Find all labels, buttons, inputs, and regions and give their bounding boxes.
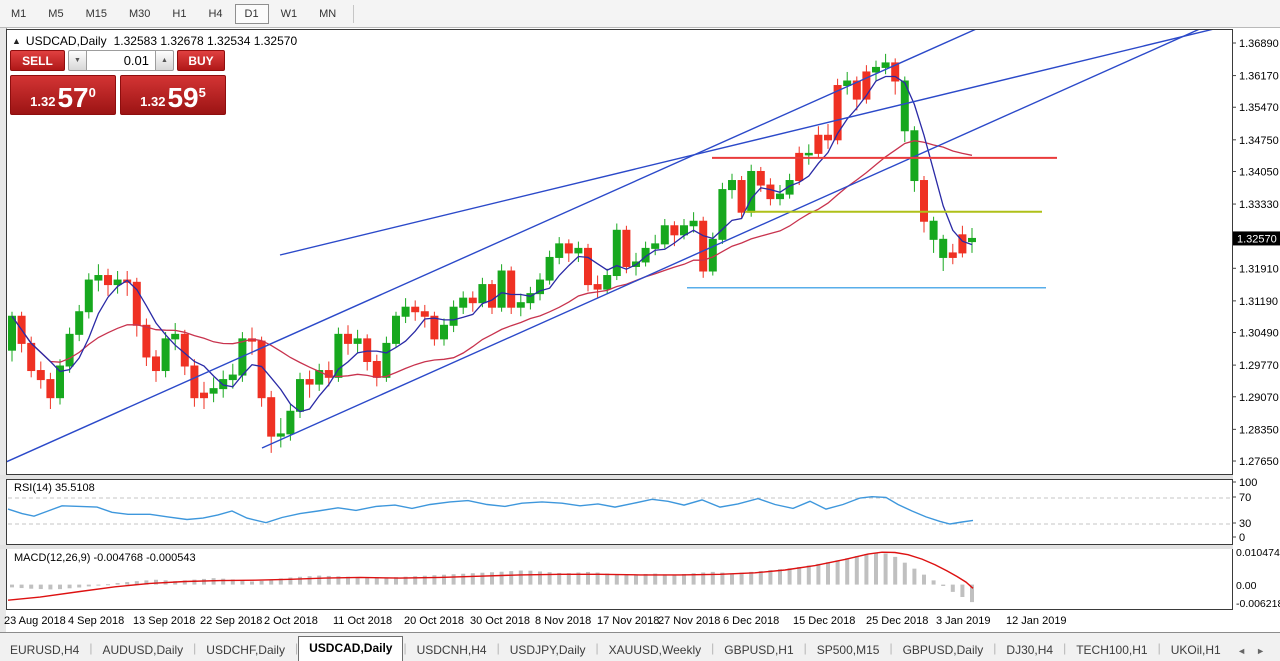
sell-button[interactable]: SELL bbox=[10, 50, 65, 71]
timeframe-button-m15[interactable]: M15 bbox=[76, 4, 117, 24]
toolbar-separator bbox=[353, 5, 354, 23]
price-axis-label: 1.29070 bbox=[1239, 392, 1279, 404]
sell-price-tile[interactable]: 1.32 57 0 bbox=[10, 75, 116, 115]
sell-price-point: 0 bbox=[89, 85, 96, 100]
timeframe-toolbar: M1M5M15M30H1H4D1W1MN bbox=[0, 0, 1280, 28]
price-axis-label: 1.36890 bbox=[1239, 38, 1279, 50]
current-price-box bbox=[1233, 231, 1280, 245]
chart-title: ▲ USDCAD,Daily 1.32583 1.32678 1.32534 1… bbox=[12, 34, 297, 48]
one-click-trading-panel: SELL ▼ 0.01 ▲ BUY 1.32 57 0 1.32 59 5 bbox=[10, 50, 230, 115]
timeframe-button-h4[interactable]: H4 bbox=[198, 4, 232, 24]
chart-tab-usdchf[interactable]: USDCHF,Daily bbox=[196, 639, 295, 661]
panel-splitter[interactable] bbox=[0, 475, 1233, 479]
price-axis-label: 1.28350 bbox=[1239, 424, 1279, 436]
macd-panel[interactable] bbox=[6, 548, 1233, 610]
buy-price-tile[interactable]: 1.32 59 5 bbox=[120, 75, 226, 115]
buy-price-point: 5 bbox=[199, 85, 206, 100]
price-axis-label: 1.30490 bbox=[1239, 328, 1279, 340]
chart-tab-gbpusd[interactable]: GBPUSD,Daily bbox=[893, 639, 994, 661]
time-axis[interactable] bbox=[6, 610, 1233, 632]
chart-tab-sp500[interactable]: SP500,M15 bbox=[807, 639, 890, 661]
panel-splitter[interactable] bbox=[0, 545, 1233, 549]
price-axis-label: 1.31190 bbox=[1239, 296, 1278, 308]
price-axis-label: 1.34750 bbox=[1239, 135, 1279, 147]
buy-price-base: 1.32 bbox=[140, 94, 165, 109]
chart-tab-gbpusd[interactable]: GBPUSD,H1 bbox=[714, 639, 803, 661]
chart-tab-usdcnh[interactable]: USDCNH,H4 bbox=[407, 639, 497, 661]
collapse-panel-icon[interactable]: ▲ bbox=[12, 36, 21, 46]
timeframe-button-m30[interactable]: M30 bbox=[119, 4, 160, 24]
sell-price-base: 1.32 bbox=[30, 94, 55, 109]
chart-symbol-label: USDCAD,Daily bbox=[26, 34, 107, 48]
buy-price-pips: 59 bbox=[167, 84, 198, 112]
volume-input[interactable]: 0.01 bbox=[87, 50, 155, 71]
macd-axis-label: 0.010474 bbox=[1236, 547, 1280, 559]
price-axis-labels: 1.36890 1.36170 1.35470 1.34750 1.34050 1.333… bbox=[1232, 38, 1280, 468]
price-axis-label: 1.36170 bbox=[1239, 71, 1279, 83]
rsi-axis-label: 100 bbox=[1239, 477, 1257, 489]
tab-scroll-right-icon[interactable]: ► bbox=[1251, 646, 1270, 656]
chart-tab-audusd[interactable]: AUDUSD,Daily bbox=[92, 639, 193, 661]
timeframe-button-w1[interactable]: W1 bbox=[271, 4, 308, 24]
price-axis-label: 1.34050 bbox=[1239, 166, 1279, 178]
price-axis-label: 1.33330 bbox=[1239, 199, 1279, 211]
chart-tab-usdcad[interactable]: USDCAD,Daily bbox=[298, 636, 403, 661]
price-axis-label: 1.35470 bbox=[1239, 102, 1279, 114]
timeframe-button-m5[interactable]: M5 bbox=[38, 4, 73, 24]
rsi-panel[interactable] bbox=[6, 479, 1233, 545]
macd-axis-label: -0.006218 bbox=[1236, 598, 1280, 610]
chart-ohlc-values: 1.32583 1.32678 1.32534 1.32570 bbox=[114, 34, 298, 48]
volume-increase-button[interactable]: ▲ bbox=[155, 50, 174, 71]
current-price-label: 1.32570 bbox=[1237, 233, 1277, 245]
chart-tab-eurusd[interactable]: EURUSD,H4 bbox=[0, 639, 89, 661]
chart-tab-xauusd[interactable]: XAUUSD,Weekly bbox=[599, 639, 711, 661]
price-axis-label: 1.27650 bbox=[1239, 456, 1279, 468]
chart-tab-bar: EURUSD,H4|AUDUSD,Daily|USDCHF,Daily|USDC… bbox=[0, 632, 1280, 661]
volume-decrease-button[interactable]: ▼ bbox=[68, 50, 87, 71]
rsi-axis-label: 0 bbox=[1239, 532, 1245, 544]
tab-scroll-arrows: ◄ ► bbox=[1232, 646, 1280, 661]
chart-tab-usdjpy[interactable]: USDJPY,Daily bbox=[500, 639, 596, 661]
timeframe-button-d1[interactable]: D1 bbox=[235, 4, 269, 24]
rsi-axis-label: 30 bbox=[1239, 518, 1251, 530]
price-axis-label: 1.31910 bbox=[1239, 263, 1279, 275]
tab-scroll-left-icon[interactable]: ◄ bbox=[1232, 646, 1251, 656]
macd-axis-labels: 0.010474 0.00 -0.006218 bbox=[1236, 547, 1280, 610]
rsi-axis-labels: 100 70 30 0 bbox=[1232, 477, 1257, 544]
buy-button[interactable]: BUY bbox=[177, 50, 225, 71]
timeframe-button-mn[interactable]: MN bbox=[309, 4, 346, 24]
macd-axis-label: 0.00 bbox=[1236, 580, 1257, 592]
chart-tab-dj30[interactable]: DJ30,H4 bbox=[996, 639, 1063, 661]
timeframe-button-m1[interactable]: M1 bbox=[1, 4, 36, 24]
sell-price-pips: 57 bbox=[57, 84, 88, 112]
chart-tab-tech100[interactable]: TECH100,H1 bbox=[1066, 639, 1157, 661]
rsi-axis-label: 70 bbox=[1239, 492, 1251, 504]
chart-tab-ukoil[interactable]: UKOil,H1 bbox=[1161, 639, 1231, 661]
timeframe-button-h1[interactable]: H1 bbox=[162, 4, 196, 24]
mt4-window: M1M5M15M30H1H4D1W1MN 1.36890 1.36170 1.354… bbox=[0, 0, 1280, 661]
price-axis-label: 1.29770 bbox=[1239, 360, 1279, 372]
